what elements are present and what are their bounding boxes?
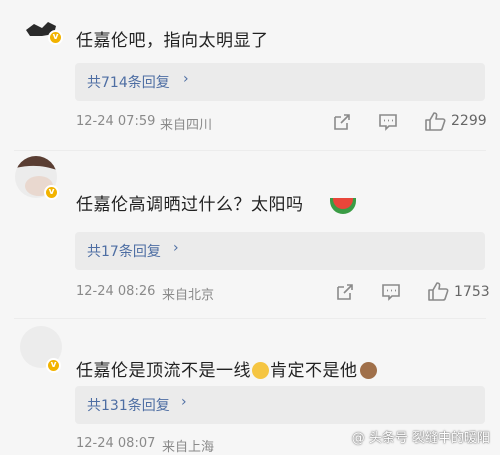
reply-count-label: 共131条回复 (87, 398, 170, 414)
share-icon[interactable] (333, 113, 351, 131)
share-icon[interactable] (336, 283, 354, 301)
comment-text-part: 任嘉伦是顶流不是一线 (76, 361, 251, 381)
comment-time: 12-24 08:07 (76, 436, 156, 451)
comment-location: 来自北京 (162, 288, 215, 303)
comment-icon[interactable] (378, 113, 398, 131)
redacted-username (170, 152, 230, 162)
like-count: 2299 (451, 113, 487, 129)
thumbs-up-icon[interactable] (427, 281, 449, 301)
verified-badge-icon: v (46, 358, 61, 373)
comment-time: 12-24 07:59 (76, 114, 156, 129)
chevron-right-icon: › (183, 71, 189, 87)
verified-badge-icon: v (48, 30, 63, 45)
comment-item: v 任嘉伦吧，指向太明显了 共714条回复 › 12-24 07:59 来自四川… (0, 0, 500, 150)
verified-badge-icon: v (44, 185, 59, 200)
view-replies-button[interactable]: 共131条回复 › (75, 386, 485, 424)
like-count: 1753 (454, 284, 490, 300)
reply-count-label: 共17条回复 (87, 244, 161, 260)
comment-icon[interactable] (381, 283, 401, 301)
comment-text: 任嘉伦是顶流不是一线 肯定不是他 (76, 356, 377, 381)
comment-text-part: 肯定不是他 (270, 361, 358, 381)
comment-item: v 任嘉伦高调晒过什么？太阳吗 共17条回复 › 12-24 08:26 来自北… (0, 150, 500, 315)
comment-text: 任嘉伦高调晒过什么？太阳吗 (76, 195, 304, 215)
cat-face-emoji (252, 362, 269, 379)
comment-text: 任嘉伦吧，指向太明显了 (76, 31, 269, 51)
thumbs-up-icon[interactable] (424, 111, 446, 131)
redacted-username (0, 0, 500, 14)
watermelon-emoji (330, 198, 356, 214)
see-no-evil-monkey-emoji (359, 362, 377, 379)
view-replies-button[interactable]: 共17条回复 › (75, 232, 485, 270)
view-replies-button[interactable]: 共714条回复 › (75, 63, 485, 101)
chevron-right-icon: › (181, 394, 187, 410)
comment-location: 来自四川 (160, 118, 213, 133)
comment-location: 来自上海 (162, 440, 215, 455)
reply-count-label: 共714条回复 (87, 75, 170, 91)
watermark: @ 头条号 裂缝中的暖阳 (351, 431, 490, 446)
comment-time: 12-24 08:26 (76, 284, 156, 299)
chevron-right-icon: › (173, 240, 179, 256)
